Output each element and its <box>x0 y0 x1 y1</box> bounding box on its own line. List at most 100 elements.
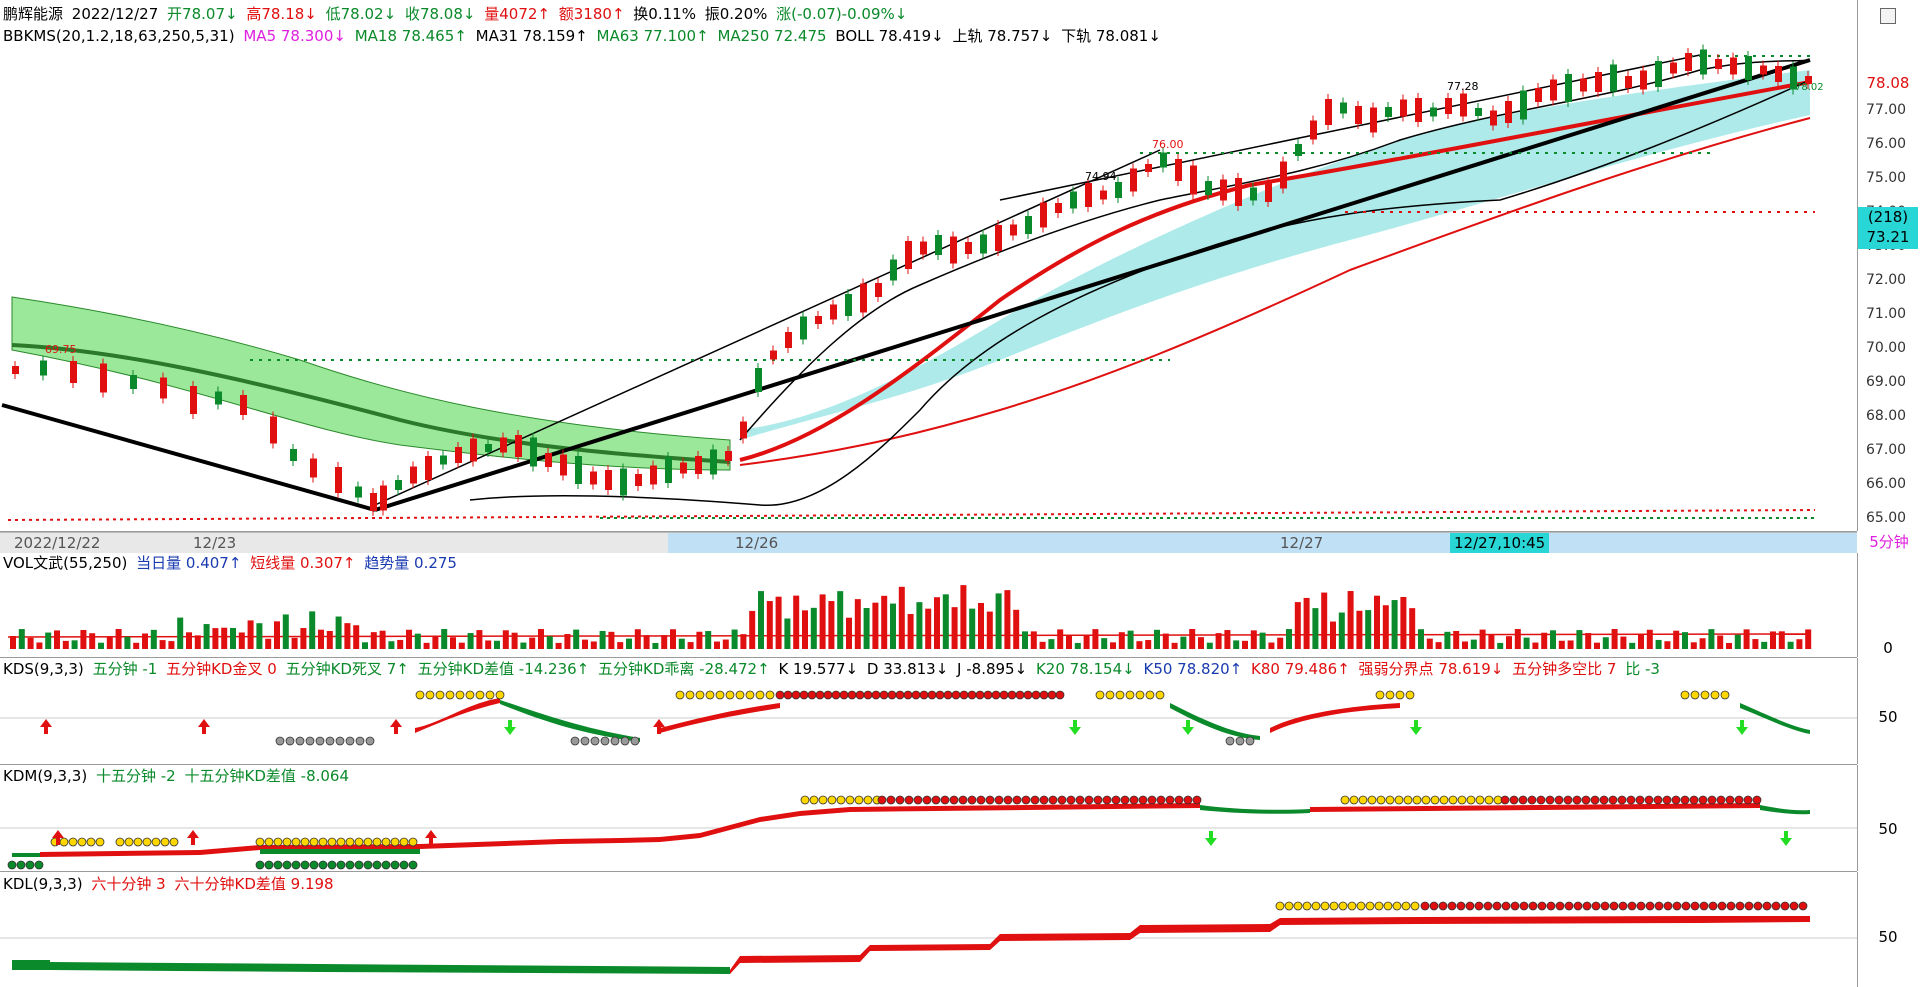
volume-bar <box>98 642 104 649</box>
volume-bar <box>1004 590 1011 649</box>
volume-bar <box>89 633 96 649</box>
indicator-dot <box>1338 901 1348 911</box>
indicator-dot <box>871 690 881 700</box>
indicator-dot <box>1275 901 1285 911</box>
indicator-dot <box>1720 690 1730 700</box>
indicator-dot <box>1457 795 1467 805</box>
volume-pane[interactable]: VOL文武(55,250) 当日量 0.407↑ 短线量 0.307↑ 趋势量 … <box>0 553 1857 658</box>
indicator-dot <box>1048 795 1058 805</box>
indicator-dot <box>1055 690 1065 700</box>
indicator-dot <box>365 736 375 746</box>
kdl-axis: 50 <box>1857 872 1920 987</box>
kdm-pane[interactable]: KDM(9,3,3) 十五分钟 -2 十五分钟KD差值 -8.064 <box>0 765 1857 872</box>
current-price-tag: 78.08 <box>1866 74 1910 92</box>
indicator-dot <box>1192 795 1202 805</box>
indicator-dot <box>160 837 170 847</box>
volume-bar <box>1198 637 1204 649</box>
indicator-dot <box>904 795 914 805</box>
volume-bar <box>1013 609 1020 649</box>
candle <box>845 289 852 321</box>
volume-bar <box>115 629 122 649</box>
kdm-down-arrow-1 <box>1205 831 1217 846</box>
candle <box>1295 139 1302 161</box>
indicator-dot <box>879 690 889 700</box>
price-tick-7: 70.00 <box>1866 340 1907 356</box>
volume-bar <box>291 637 298 649</box>
indicator-dot <box>435 690 445 700</box>
indicator-dot <box>86 837 96 847</box>
volume-bar <box>758 591 764 649</box>
window-restore-button[interactable] <box>1880 8 1896 24</box>
volume-bar <box>1752 639 1759 649</box>
kds-down-arrow-2 <box>1069 720 1081 735</box>
indicator-dot <box>1618 901 1628 911</box>
volume-bar <box>18 629 25 649</box>
indicator-dot <box>264 860 274 870</box>
candle <box>1460 88 1467 122</box>
indicator-dot <box>1405 690 1415 700</box>
volume-bar <box>1541 632 1548 649</box>
indicator-dot <box>390 837 400 847</box>
indicator-dot <box>935 690 945 700</box>
volume-bar <box>1022 631 1028 649</box>
candle <box>290 444 297 466</box>
volume-bar <box>1338 612 1345 649</box>
price-tick-0: 77.00 <box>1866 102 1907 118</box>
volume-bar <box>538 629 544 649</box>
indicator-dot <box>1111 795 1121 805</box>
indicator-dot <box>151 837 161 847</box>
volume-bar <box>1734 634 1741 649</box>
volume-bar <box>45 632 52 649</box>
indicator-dot <box>949 795 959 805</box>
indicator-dot <box>1129 795 1139 805</box>
indicator-dot <box>115 837 125 847</box>
price-tick-5: 72.00 <box>1866 272 1907 288</box>
volume-bar <box>309 611 316 649</box>
candle <box>1160 147 1167 173</box>
indicator-dot <box>399 860 409 870</box>
volume-bar <box>969 608 976 649</box>
price-chart-pane[interactable]: 鹏辉能源 2022/12/27 开78.07↓ 高78.18↓ 低78.02↓ … <box>0 0 1857 532</box>
volume-bar <box>168 641 175 649</box>
period-selector[interactable]: 5分钟 <box>1860 532 1918 552</box>
volume-bar <box>661 635 668 649</box>
candle <box>370 488 377 516</box>
candle <box>1520 85 1527 125</box>
volume-bar <box>1206 642 1213 649</box>
indicator-dot <box>255 860 265 870</box>
kds-pane[interactable]: KDS(9,3,3) 五分钟 -1 五分钟KD金叉 0 五分钟KD死叉 7↑ 五… <box>0 658 1857 765</box>
volume-bar <box>793 595 800 649</box>
volume-bar <box>414 633 421 649</box>
candle <box>815 311 822 329</box>
volume-bar <box>1312 608 1319 649</box>
indicator-dot <box>1420 901 1430 911</box>
indicator-dot <box>1057 795 1067 805</box>
indicator-dot <box>1636 901 1646 911</box>
volume-bar <box>1233 640 1240 649</box>
indicator-dot <box>1395 690 1405 700</box>
volume-bar <box>1259 632 1266 649</box>
time-axis-bar[interactable]: 2022/12/22 12/23 12/26 12/27 12/27,10:45 <box>0 532 1857 554</box>
peak1-label: 74.94 <box>1085 170 1117 183</box>
volume-bar <box>265 638 272 649</box>
candle <box>380 480 387 516</box>
indicator-dot <box>863 690 873 700</box>
ma250-line <box>739 117 1811 466</box>
volume-bar <box>696 631 703 649</box>
volume-bar <box>1655 639 1662 649</box>
kdm-axis-50: 50 <box>1878 820 1898 838</box>
indicator-dot <box>1528 901 1538 911</box>
indicator-dot <box>735 690 745 700</box>
volume-bar <box>590 641 597 649</box>
indicator-dot <box>1448 795 1458 805</box>
kdl-svg <box>0 901 1857 974</box>
kds-down-arrow-4 <box>1410 720 1422 735</box>
indicator-dot <box>295 736 305 746</box>
indicator-dot <box>1030 795 1040 805</box>
volume-bar <box>643 635 650 649</box>
indicator-dot <box>839 690 849 700</box>
indicator-dot <box>1789 901 1799 911</box>
volume-bar <box>10 636 16 649</box>
kdl-pane[interactable]: KDL(9,3,3) 六十分钟 3 六十分钟KD差值 9.198 <box>0 872 1857 987</box>
volume-bar <box>511 632 518 649</box>
